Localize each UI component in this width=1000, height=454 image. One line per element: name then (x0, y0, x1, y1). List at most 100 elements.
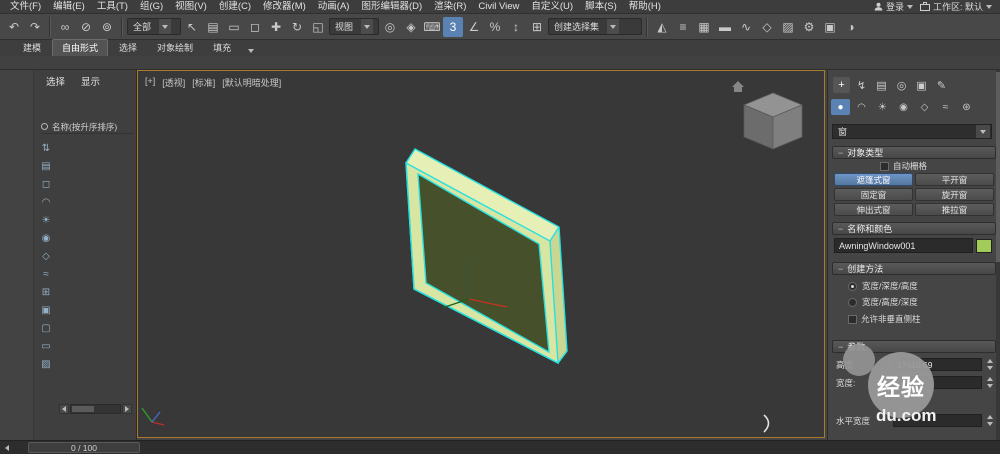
bind-spacewarp-icon[interactable]: ⊚ (97, 17, 117, 37)
rect-select-region-icon[interactable]: ▭ (224, 17, 244, 37)
horizontal-width-value-field[interactable] (893, 414, 982, 427)
explorer-filter-spacewarps-icon[interactable]: ≈ (37, 266, 55, 282)
explorer-filter-materials-icon[interactable]: ▨ (37, 356, 55, 372)
allow-non-vertical-jambs-checkbox[interactable]: 允许非垂直侧柱 (848, 313, 921, 325)
category-cameras-icon[interactable]: ◉ (894, 99, 913, 115)
explorer-hierarchy-icon[interactable]: ▤ (37, 158, 55, 174)
ribbon-more-caret-icon[interactable] (248, 49, 255, 53)
horizontal-width-spinner[interactable] (985, 414, 994, 427)
category-helpers-icon[interactable]: ◇ (915, 99, 934, 115)
scrollbar-track[interactable] (70, 404, 121, 414)
select-move-icon[interactable]: ✚ (266, 17, 286, 37)
viewport-canvas[interactable] (138, 71, 824, 437)
menu-group[interactable]: 组(G) (134, 0, 169, 14)
hierarchy-tab-icon[interactable]: ▤ (873, 77, 890, 93)
explorer-filter-groups-icon[interactable]: ⊞ (37, 284, 55, 300)
select-scale-icon[interactable]: ◱ (308, 17, 328, 37)
explorer-column-header[interactable]: 名称(按升序排序) (41, 120, 134, 134)
menu-graph-editors[interactable]: 图形编辑器(D) (355, 0, 428, 14)
menu-modifiers[interactable]: 修改器(M) (257, 0, 312, 14)
percent-snap-icon[interactable]: % (485, 17, 505, 37)
viewport-shading-menu[interactable]: [默认明暗处理] (222, 76, 281, 89)
viewport-standard-menu[interactable]: [标准] (192, 76, 215, 89)
selection-filter-dropdown[interactable]: 全部 (127, 18, 181, 35)
edit-named-selections-icon[interactable]: ⊞ (527, 17, 547, 37)
menu-customize[interactable]: 自定义(U) (525, 0, 579, 14)
category-geometry-icon[interactable]: ● (831, 99, 850, 115)
render-production-icon[interactable]: ◑ (841, 17, 861, 37)
category-shapes-icon[interactable]: ◠ (852, 99, 871, 115)
mirror-icon[interactable]: ◭ (652, 17, 672, 37)
explorer-sort-icon[interactable]: ⇅ (37, 140, 55, 156)
explorer-horizontal-scrollbar[interactable] (59, 404, 132, 414)
undo-icon[interactable]: ↶ (4, 17, 24, 37)
rollout-creation-method[interactable]: 创建方法 (832, 262, 996, 275)
ribbon-toggle-icon[interactable]: ▬ (715, 17, 735, 37)
ribbon-tab-populate[interactable]: 填充 (204, 40, 240, 56)
category-systems-icon[interactable]: ⊛ (957, 99, 976, 115)
width-value-field[interactable] (893, 376, 982, 389)
material-editor-icon[interactable]: ▨ (778, 17, 798, 37)
ribbon-tab-modeling[interactable]: 建模 (14, 40, 50, 56)
projected-window-button[interactable]: 伸出式窗 (834, 203, 913, 216)
object-name-field[interactable]: AwningWindow001 (834, 238, 973, 253)
explorer-filter-geometry-icon[interactable]: ◻ (37, 176, 55, 192)
sliding-window-button[interactable]: 推拉窗 (915, 203, 994, 216)
align-icon[interactable]: ≡ (673, 17, 693, 37)
display-tab-icon[interactable]: ▣ (913, 77, 930, 93)
motion-tab-icon[interactable]: ◎ (893, 77, 910, 93)
use-pivot-center-icon[interactable]: ◎ (380, 17, 400, 37)
explorer-filter-bones-icon[interactable]: ▢ (37, 320, 55, 336)
select-object-icon[interactable]: ↖ (182, 17, 202, 37)
rollout-name-color[interactable]: 名称和颜色 (832, 222, 996, 235)
rendered-frame-icon[interactable]: ▣ (820, 17, 840, 37)
category-spacewarps-icon[interactable]: ≈ (936, 99, 955, 115)
ribbon-tab-object-paint[interactable]: 对象绘制 (148, 40, 202, 56)
height-spinner[interactable] (985, 358, 994, 371)
curve-editor-icon[interactable]: ∿ (736, 17, 756, 37)
menu-help[interactable]: 帮助(H) (623, 0, 667, 14)
radio-width-depth-height[interactable]: 宽度/深度/高度 (848, 280, 918, 292)
view-cube[interactable] (732, 81, 804, 150)
menu-edit[interactable]: 编辑(E) (47, 0, 91, 14)
casement-window-button[interactable]: 平开窗 (915, 173, 994, 186)
awning-window-button[interactable]: 遮篷式窗 (834, 173, 913, 186)
command-panel-scrollbar[interactable] (996, 70, 1000, 440)
track-bar-frame-indicator[interactable]: 0 / 100 (28, 442, 140, 453)
select-link-icon[interactable]: ∞ (55, 17, 75, 37)
spinner-snap-icon[interactable]: ↕ (506, 17, 526, 37)
explorer-filter-shapes-icon[interactable]: ◠ (37, 194, 55, 210)
workspace-selector[interactable]: 工作区: 默认 (919, 0, 992, 13)
fixed-window-button[interactable]: 固定窗 (834, 188, 913, 201)
pivoted-window-button[interactable]: 旋开窗 (915, 188, 994, 201)
select-rotate-icon[interactable]: ↻ (287, 17, 307, 37)
rollout-parameters[interactable]: 参数 (832, 340, 996, 353)
scroll-right-icon[interactable] (122, 404, 132, 414)
explorer-menu-display[interactable]: 显示 (81, 76, 100, 90)
viewport-general-menu[interactable]: [+] (145, 76, 155, 89)
menu-views[interactable]: 视图(V) (169, 0, 213, 14)
rollout-object-type[interactable]: 对象类型 (832, 146, 996, 159)
menu-rendering[interactable]: 渲染(R) (428, 0, 472, 14)
layer-explorer-icon[interactable]: ▦ (694, 17, 714, 37)
utilities-tab-icon[interactable]: ✎ (933, 77, 950, 93)
menu-create[interactable]: 创建(C) (213, 0, 257, 14)
perspective-viewport[interactable]: [+] [透视] [标准] [默认明暗处理] (137, 70, 825, 438)
explorer-filter-cameras-icon[interactable]: ◉ (37, 230, 55, 246)
menu-animation[interactable]: 动画(A) (312, 0, 356, 14)
explorer-filter-helpers-icon[interactable]: ◇ (37, 248, 55, 264)
scrollbar-thumb[interactable] (72, 406, 95, 412)
width-spinner[interactable] (985, 376, 994, 389)
select-by-name-icon[interactable]: ▤ (203, 17, 223, 37)
select-manipulate-icon[interactable]: ◈ (401, 17, 421, 37)
menu-file[interactable]: 文件(F) (4, 0, 47, 14)
schematic-view-icon[interactable]: ◇ (757, 17, 777, 37)
explorer-filter-containers-icon[interactable]: ▭ (37, 338, 55, 354)
menu-tools[interactable]: 工具(T) (91, 0, 134, 14)
timeline-scroll-left-icon[interactable] (0, 444, 14, 451)
scrollbar-thumb[interactable] (996, 72, 1000, 262)
create-tab-icon[interactable]: + (833, 77, 850, 93)
modify-tab-icon[interactable]: ↯ (853, 77, 870, 93)
category-lights-icon[interactable]: ☀ (873, 99, 892, 115)
object-color-swatch[interactable] (976, 238, 992, 253)
